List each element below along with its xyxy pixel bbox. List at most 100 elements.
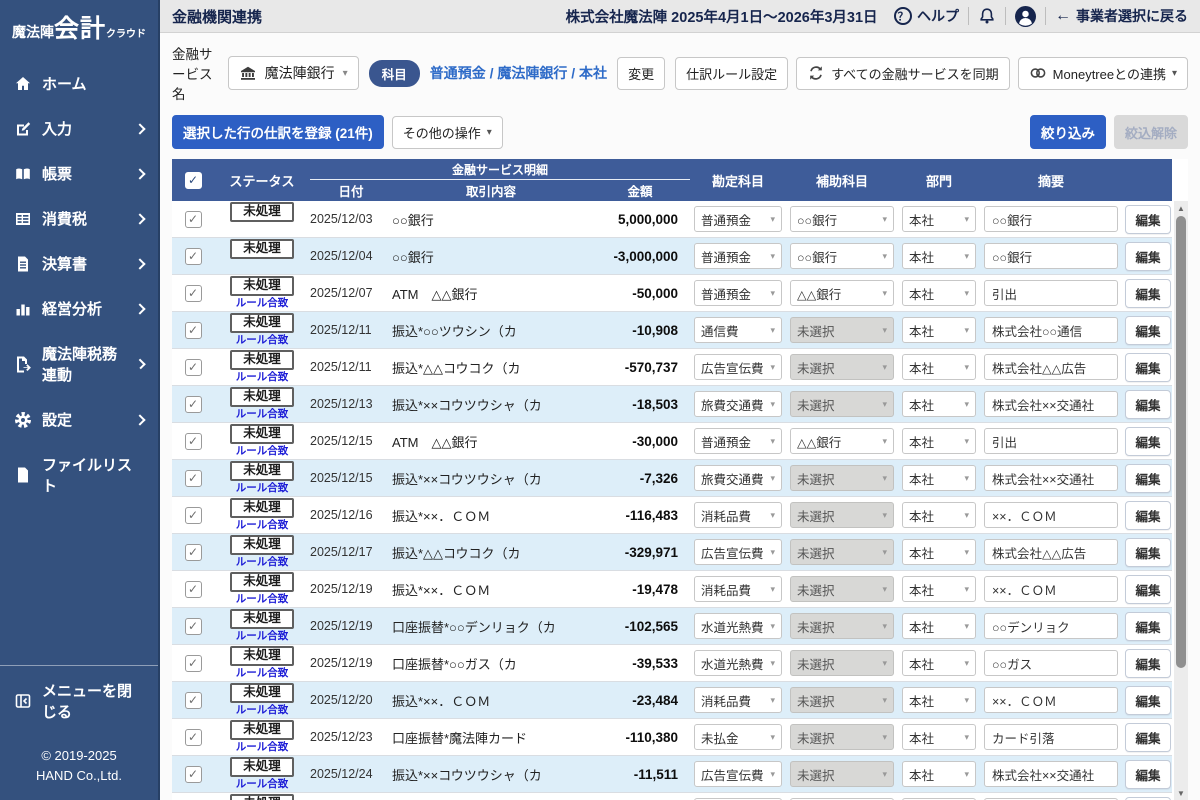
row-checkbox[interactable]: ✓ xyxy=(184,543,202,561)
service-select[interactable]: 魔法陣銀行 ▾ xyxy=(227,56,359,90)
row-checkbox[interactable]: ✓ xyxy=(184,358,202,376)
account-select[interactable]: 水道光熱費 ▾ xyxy=(694,613,782,639)
department-select[interactable]: 本社▾ xyxy=(902,465,976,491)
department-select[interactable]: 本社▾ xyxy=(902,724,976,750)
change-button[interactable]: 変更 xyxy=(617,56,666,90)
filter-button[interactable]: 絞り込み xyxy=(1029,115,1106,149)
edit-button[interactable]: 編集 xyxy=(1125,685,1171,715)
department-select[interactable]: 本社▾ xyxy=(902,428,976,454)
edit-button[interactable]: 編集 xyxy=(1125,463,1171,493)
sidebar-item-taxlink[interactable]: 魔法陣税務連動 xyxy=(0,331,158,397)
department-select[interactable]: 本社▾ xyxy=(902,243,976,269)
other-operations-button[interactable]: その他の操作 ▾ xyxy=(391,115,503,149)
edit-button[interactable]: 編集 xyxy=(1125,759,1171,789)
department-select[interactable]: 本社▾ xyxy=(902,354,976,380)
sub-account-select[interactable]: ○○銀行 ▾ xyxy=(790,206,894,232)
memo-input[interactable]: 株式会社××交通社 xyxy=(984,761,1118,787)
edit-button[interactable]: 編集 xyxy=(1125,500,1171,530)
sub-account-select[interactable]: 未選択 ▾ xyxy=(790,724,894,750)
sync-all-services-button[interactable]: すべての金融サービスを同期 xyxy=(796,56,1010,90)
back-to-business-select-link[interactable]: ← 事業者選択に戻る xyxy=(1055,6,1188,26)
memo-input[interactable]: ○○銀行 xyxy=(984,243,1118,269)
sidebar-item-statement[interactable]: 決算書 xyxy=(0,241,158,286)
department-select[interactable]: 本社▾ xyxy=(902,280,976,306)
user-avatar[interactable] xyxy=(1015,5,1036,27)
help-button[interactable]: ？ ヘルプ xyxy=(894,6,959,26)
row-checkbox[interactable]: ✓ xyxy=(184,506,202,524)
memo-input[interactable]: カード引落 xyxy=(984,724,1118,750)
table-scrollbar[interactable]: ▲ ▼ xyxy=(1174,201,1188,800)
sidebar-item-input[interactable]: 入力 xyxy=(0,106,158,151)
edit-button[interactable]: 編集 xyxy=(1125,722,1171,752)
sidebar-item-filelist[interactable]: ファイルリスト xyxy=(0,442,158,508)
edit-button[interactable]: 編集 xyxy=(1125,537,1171,567)
sidebar-item-analysis[interactable]: 経営分析 xyxy=(0,286,158,331)
account-select[interactable]: 普通預金▾ xyxy=(694,428,782,454)
edit-button[interactable]: 編集 xyxy=(1125,241,1171,271)
sub-account-select[interactable]: 未選択 ▾ xyxy=(790,650,894,676)
moneytree-link-button[interactable]: Moneytreeとの連携 ▾ xyxy=(1017,56,1188,90)
department-select[interactable]: 本社▾ xyxy=(902,687,976,713)
sub-account-select[interactable]: 未選択 ▾ xyxy=(790,613,894,639)
memo-input[interactable]: 株式会社○○通信 xyxy=(984,317,1118,343)
edit-button[interactable]: 編集 xyxy=(1125,574,1171,604)
memo-input[interactable]: ××．ＣＯＭ xyxy=(984,687,1118,713)
scrollbar-thumb[interactable] xyxy=(1176,216,1186,668)
account-select[interactable]: 広告宣伝費 ▾ xyxy=(694,354,782,380)
memo-input[interactable]: 引出 xyxy=(984,280,1118,306)
row-checkbox[interactable]: ✓ xyxy=(184,469,202,487)
register-journal-button[interactable]: 選択した行の仕訳を登録 (21件) xyxy=(172,115,384,149)
sub-account-select[interactable]: 未選択 ▾ xyxy=(790,687,894,713)
edit-button[interactable]: 編集 xyxy=(1125,796,1171,800)
row-checkbox[interactable]: ✓ xyxy=(184,617,202,635)
bell-icon[interactable] xyxy=(978,7,996,25)
scroll-down-icon[interactable]: ▼ xyxy=(1177,786,1185,800)
sub-account-select[interactable]: 未選択 ▾ xyxy=(790,539,894,565)
memo-input[interactable]: ○○銀行 xyxy=(984,206,1118,232)
sub-account-select[interactable]: △△銀行▾ xyxy=(790,280,894,306)
edit-button[interactable]: 編集 xyxy=(1125,352,1171,382)
department-select[interactable]: 本社▾ xyxy=(902,206,976,232)
account-select[interactable]: 消耗品費 ▾ xyxy=(694,687,782,713)
edit-button[interactable]: 編集 xyxy=(1125,315,1171,345)
memo-input[interactable]: ××．ＣＯＭ xyxy=(984,576,1118,602)
account-select[interactable]: 旅費交通費 ▾ xyxy=(694,391,782,417)
edit-button[interactable]: 編集 xyxy=(1125,204,1171,234)
memo-input[interactable]: 株式会社××交通社 xyxy=(984,391,1118,417)
account-select[interactable]: 普通預金▾ xyxy=(694,206,782,232)
account-select[interactable]: 消耗品費 ▾ xyxy=(694,576,782,602)
account-select[interactable]: 広告宣伝費 ▾ xyxy=(694,761,782,787)
sub-account-select[interactable]: 未選択 ▾ xyxy=(790,502,894,528)
account-select[interactable]: 旅費交通費 ▾ xyxy=(694,465,782,491)
row-checkbox[interactable]: ✓ xyxy=(184,432,202,450)
subject-path-link[interactable]: 普通預金 / 魔法陣銀行 / 本社 xyxy=(430,63,607,83)
department-select[interactable]: 本社▾ xyxy=(902,502,976,528)
sub-account-select[interactable]: 未選択 ▾ xyxy=(790,317,894,343)
edit-button[interactable]: 編集 xyxy=(1125,278,1171,308)
sub-account-select[interactable]: △△銀行▾ xyxy=(790,428,894,454)
edit-button[interactable]: 編集 xyxy=(1125,426,1171,456)
row-checkbox[interactable]: ✓ xyxy=(184,210,202,228)
memo-input[interactable]: 株式会社△△広告 xyxy=(984,354,1118,380)
account-select[interactable]: 消耗品費 ▾ xyxy=(694,502,782,528)
account-select[interactable]: 広告宣伝費 ▾ xyxy=(694,539,782,565)
department-select[interactable]: 本社▾ xyxy=(902,613,976,639)
memo-input[interactable]: 株式会社△△広告 xyxy=(984,539,1118,565)
memo-input[interactable]: ○○ガス xyxy=(984,650,1118,676)
department-select[interactable]: 本社▾ xyxy=(902,317,976,343)
row-checkbox[interactable]: ✓ xyxy=(184,691,202,709)
row-checkbox[interactable]: ✓ xyxy=(184,765,202,783)
department-select[interactable]: 本社▾ xyxy=(902,576,976,602)
scroll-up-icon[interactable]: ▲ xyxy=(1177,201,1185,215)
row-checkbox[interactable]: ✓ xyxy=(184,654,202,672)
row-checkbox[interactable]: ✓ xyxy=(184,580,202,598)
memo-input[interactable]: ××．ＣＯＭ xyxy=(984,502,1118,528)
sub-account-select[interactable]: 未選択 ▾ xyxy=(790,354,894,380)
sub-account-select[interactable]: 未選択 ▾ xyxy=(790,576,894,602)
sidebar-item-report[interactable]: 帳票 xyxy=(0,151,158,196)
sub-account-select[interactable]: 未選択 ▾ xyxy=(790,465,894,491)
edit-button[interactable]: 編集 xyxy=(1125,389,1171,419)
row-checkbox[interactable]: ✓ xyxy=(184,395,202,413)
edit-button[interactable]: 編集 xyxy=(1125,648,1171,678)
select-all-checkbox[interactable]: ✓ xyxy=(184,171,202,189)
